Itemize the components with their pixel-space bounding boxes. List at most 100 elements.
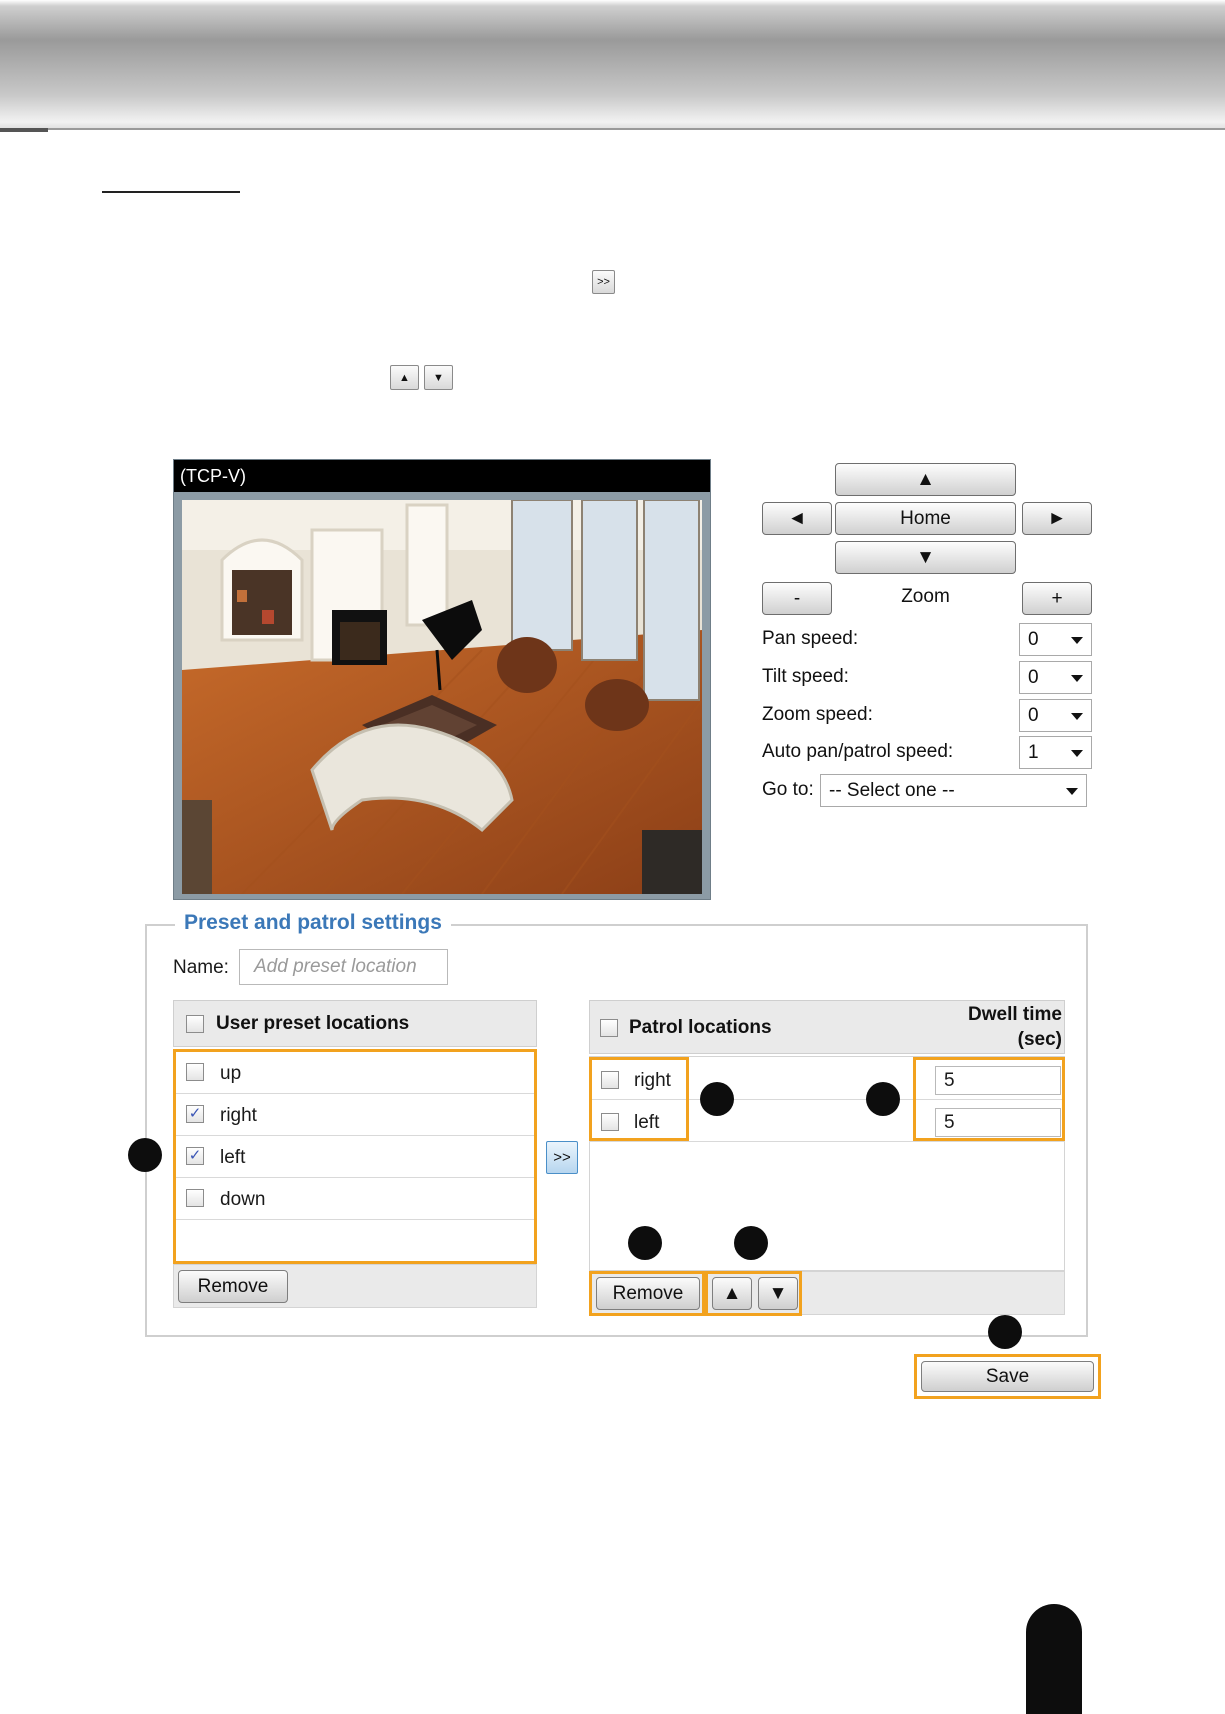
preset-name-input[interactable]: Add preset location — [239, 949, 448, 985]
chevron-down-icon — [1071, 749, 1083, 757]
section-underline — [102, 191, 240, 193]
patrol-names-highlight: right left — [589, 1057, 689, 1141]
pan-right-label: ► — [1047, 507, 1067, 529]
zoom-speed-label: Zoom speed: — [762, 704, 873, 725]
inline-down-glyph-text: ▼ — [433, 371, 444, 384]
name-label: Name: — [173, 957, 229, 978]
tilt-speed-value: 0 — [1028, 666, 1039, 688]
home-button[interactable]: Home — [835, 502, 1016, 535]
list-item[interactable]: up — [176, 1052, 534, 1094]
list-item[interactable]: down — [176, 1178, 534, 1220]
dwell-time-value-right: 5 — [944, 1069, 955, 1091]
auto-speed-label: Auto pan/patrol speed: — [762, 741, 954, 762]
pan-speed-select[interactable]: 0 — [1019, 623, 1092, 656]
check-icon: ✓ — [188, 1105, 202, 1122]
patrol-checkbox-left[interactable] — [601, 1113, 619, 1131]
select-all-presets-checkbox[interactable] — [186, 1015, 204, 1033]
live-video-feed[interactable] — [182, 500, 702, 894]
save-button[interactable]: Save — [921, 1361, 1094, 1392]
home-label: Home — [900, 507, 951, 529]
pan-right-button[interactable]: ► — [1022, 502, 1092, 535]
chevron-down-icon — [1071, 712, 1083, 720]
remove-patrol-button[interactable]: Remove — [596, 1277, 700, 1310]
inline-up-button-glyph: ▲ — [390, 365, 419, 390]
save-highlight: Save — [914, 1354, 1101, 1399]
pan-speed-label: Pan speed: — [762, 628, 859, 649]
zoom-label: Zoom — [901, 586, 950, 607]
goto-value: -- Select one -- — [829, 779, 955, 801]
tilt-up-button[interactable]: ▲ — [835, 463, 1016, 496]
tilt-speed-select[interactable]: 0 — [1019, 661, 1092, 694]
patrol-checkbox-right[interactable] — [601, 1071, 619, 1089]
add-to-patrol-button[interactable]: >> — [546, 1141, 578, 1174]
auto-speed-value: 1 — [1028, 741, 1039, 763]
goto-label: Go to: — [762, 779, 814, 800]
preset-label-down: down — [220, 1189, 266, 1210]
callout-marker — [734, 1226, 768, 1260]
inline-up-glyph-text: ▲ — [399, 371, 410, 384]
callout-marker — [128, 1138, 162, 1172]
check-icon: ✓ — [188, 1147, 202, 1164]
living-room-image — [182, 500, 702, 894]
zoom-in-label: + — [1051, 587, 1063, 609]
patrol-label-left: left — [634, 1112, 660, 1133]
preset-checkbox-right[interactable]: ✓ — [186, 1105, 204, 1123]
goto-select[interactable]: -- Select one -- — [820, 774, 1087, 807]
list-item[interactable]: ✓ right — [176, 1094, 534, 1136]
patrol-row-divider — [589, 1141, 1065, 1142]
pan-left-label: ◄ — [787, 507, 807, 529]
dwell-time-header: Dwell time — [968, 1004, 1062, 1025]
dwell-time-highlight: 5 5 — [913, 1057, 1065, 1141]
preset-label-right: right — [220, 1105, 257, 1126]
move-up-label: ▲ — [722, 1282, 742, 1304]
preset-checkbox-up[interactable] — [186, 1063, 204, 1081]
remove-preset-button[interactable]: Remove — [178, 1270, 288, 1303]
inline-down-button-glyph: ▼ — [424, 365, 453, 390]
add-to-patrol-label: >> — [553, 1149, 571, 1166]
callout-marker — [988, 1315, 1022, 1349]
chevron-down-icon — [1071, 674, 1083, 682]
select-all-patrol-checkbox[interactable] — [600, 1019, 618, 1037]
patrol-remove-highlight: Remove — [589, 1271, 705, 1316]
patrol-header: Patrol locations Dwell time (sec) — [589, 1000, 1065, 1054]
page-tab — [1026, 1604, 1082, 1714]
patrol-label-right: right — [634, 1070, 671, 1091]
header-tab-mark — [0, 128, 48, 132]
move-down-button[interactable]: ▼ — [758, 1277, 798, 1310]
move-down-label: ▼ — [768, 1282, 788, 1304]
zoom-in-button[interactable]: + — [1022, 582, 1092, 615]
zoom-speed-value: 0 — [1028, 704, 1039, 726]
dwell-time-value-left: 5 — [944, 1111, 955, 1133]
preset-label-up: up — [220, 1063, 242, 1084]
list-item[interactable]: ✓ left — [176, 1136, 534, 1178]
dwell-time-input-right[interactable]: 5 — [935, 1066, 1061, 1095]
inline-add-glyph-text: >> — [597, 276, 610, 288]
zoom-out-label: - — [793, 587, 801, 609]
preset-patrol-legend: Preset and patrol settings — [175, 911, 451, 935]
remove-preset-label: Remove — [197, 1275, 269, 1297]
pan-left-button[interactable]: ◄ — [762, 502, 832, 535]
preset-checkbox-left[interactable]: ✓ — [186, 1147, 204, 1165]
video-panel: (TCP-V) — [173, 459, 711, 900]
callout-marker — [700, 1082, 734, 1116]
dwell-time-unit: (sec) — [1017, 1029, 1062, 1050]
tilt-down-label: ▼ — [916, 546, 935, 568]
auto-speed-select[interactable]: 1 — [1019, 736, 1092, 769]
user-preset-list-highlight: up ✓ right ✓ left down — [173, 1049, 537, 1264]
chevron-down-icon — [1071, 636, 1083, 644]
remove-patrol-label: Remove — [612, 1282, 684, 1304]
tilt-speed-label: Tilt speed: — [762, 666, 849, 687]
move-up-button[interactable]: ▲ — [712, 1277, 752, 1310]
dwell-time-input-left[interactable]: 5 — [935, 1108, 1061, 1137]
zoom-speed-select[interactable]: 0 — [1019, 699, 1092, 732]
header-divider — [0, 128, 1225, 130]
tilt-up-label: ▲ — [916, 468, 935, 490]
preset-checkbox-down[interactable] — [186, 1189, 204, 1207]
save-label: Save — [985, 1365, 1030, 1387]
inline-add-button-glyph: >> — [592, 270, 615, 294]
header-band — [0, 0, 1225, 130]
user-preset-header-label: User preset locations — [216, 1013, 410, 1034]
tilt-down-button[interactable]: ▼ — [835, 541, 1016, 574]
zoom-out-button[interactable]: - — [762, 582, 832, 615]
chevron-down-icon — [1066, 787, 1078, 795]
